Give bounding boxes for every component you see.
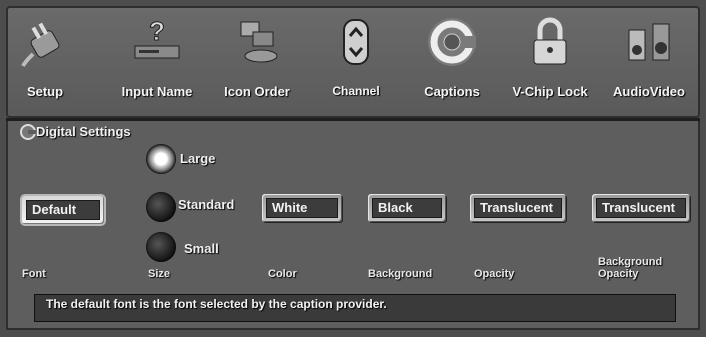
- padlock-icon: [533, 17, 567, 65]
- up-down-icon: [343, 19, 369, 65]
- tab-captions[interactable]: Captions: [416, 6, 488, 114]
- tab-setup[interactable]: Setup: [14, 6, 76, 114]
- size-radio-standard[interactable]: [146, 192, 176, 222]
- tab-audiovideo[interactable]: AudioVideo: [604, 6, 694, 114]
- font-label: Font: [22, 268, 46, 280]
- size-option-small: Small: [184, 241, 219, 256]
- font-value: Default: [26, 200, 100, 220]
- tab-label: V-Chip Lock: [512, 84, 588, 99]
- tab-icon-order[interactable]: Icon Order: [214, 6, 300, 114]
- section-title: Digital Settings: [36, 124, 131, 139]
- tab-channel[interactable]: Channel: [324, 6, 388, 114]
- size-radio-large[interactable]: [146, 144, 176, 174]
- background-opacity-button[interactable]: Translucent: [592, 194, 690, 222]
- color-button[interactable]: White: [262, 194, 342, 222]
- speakers-icon: [628, 23, 670, 61]
- opacity-label: Opacity: [474, 268, 515, 280]
- captions-screen: Setup ? Input Name Icon Order Channel Ca…: [0, 0, 706, 337]
- color-value: White: [266, 198, 338, 218]
- font-button[interactable]: Default: [22, 196, 104, 224]
- captions-small-icon: [20, 124, 36, 140]
- tab-label: Icon Order: [224, 84, 290, 99]
- color-label: Color: [268, 268, 297, 280]
- tab-label: Setup: [26, 84, 64, 99]
- svg-text:?: ?: [149, 16, 165, 46]
- icons-stack-icon: [240, 21, 278, 63]
- tab-label: Input Name: [121, 84, 193, 99]
- captions-disc-icon: [428, 18, 476, 66]
- status-text: The default font is the font selected by…: [46, 297, 387, 311]
- tab-label: Channel: [332, 84, 380, 98]
- tab-v-chip-lock[interactable]: V-Chip Lock: [506, 6, 594, 114]
- background-label: Background: [368, 268, 433, 280]
- size-option-standard: Standard: [178, 197, 235, 212]
- tab-input-name[interactable]: ? Input Name: [112, 6, 202, 114]
- size-option-large: Large: [180, 151, 216, 166]
- size-label: Size: [148, 268, 171, 280]
- tab-label: AudioVideo: [613, 84, 685, 99]
- opacity-value: Translucent: [474, 198, 562, 218]
- question-device-icon: ?: [134, 16, 180, 59]
- opacity-button[interactable]: Translucent: [470, 194, 566, 222]
- plug-icon: [21, 22, 60, 67]
- tab-label: Captions: [424, 84, 480, 99]
- background-opacity-value: Translucent: [596, 198, 686, 218]
- background-opacity-label-line1: Background: [598, 256, 663, 268]
- background-button[interactable]: Black: [368, 194, 446, 222]
- background-opacity-label-line2: Opacity: [598, 268, 639, 280]
- size-radio-small[interactable]: [146, 232, 176, 262]
- background-value: Black: [372, 198, 442, 218]
